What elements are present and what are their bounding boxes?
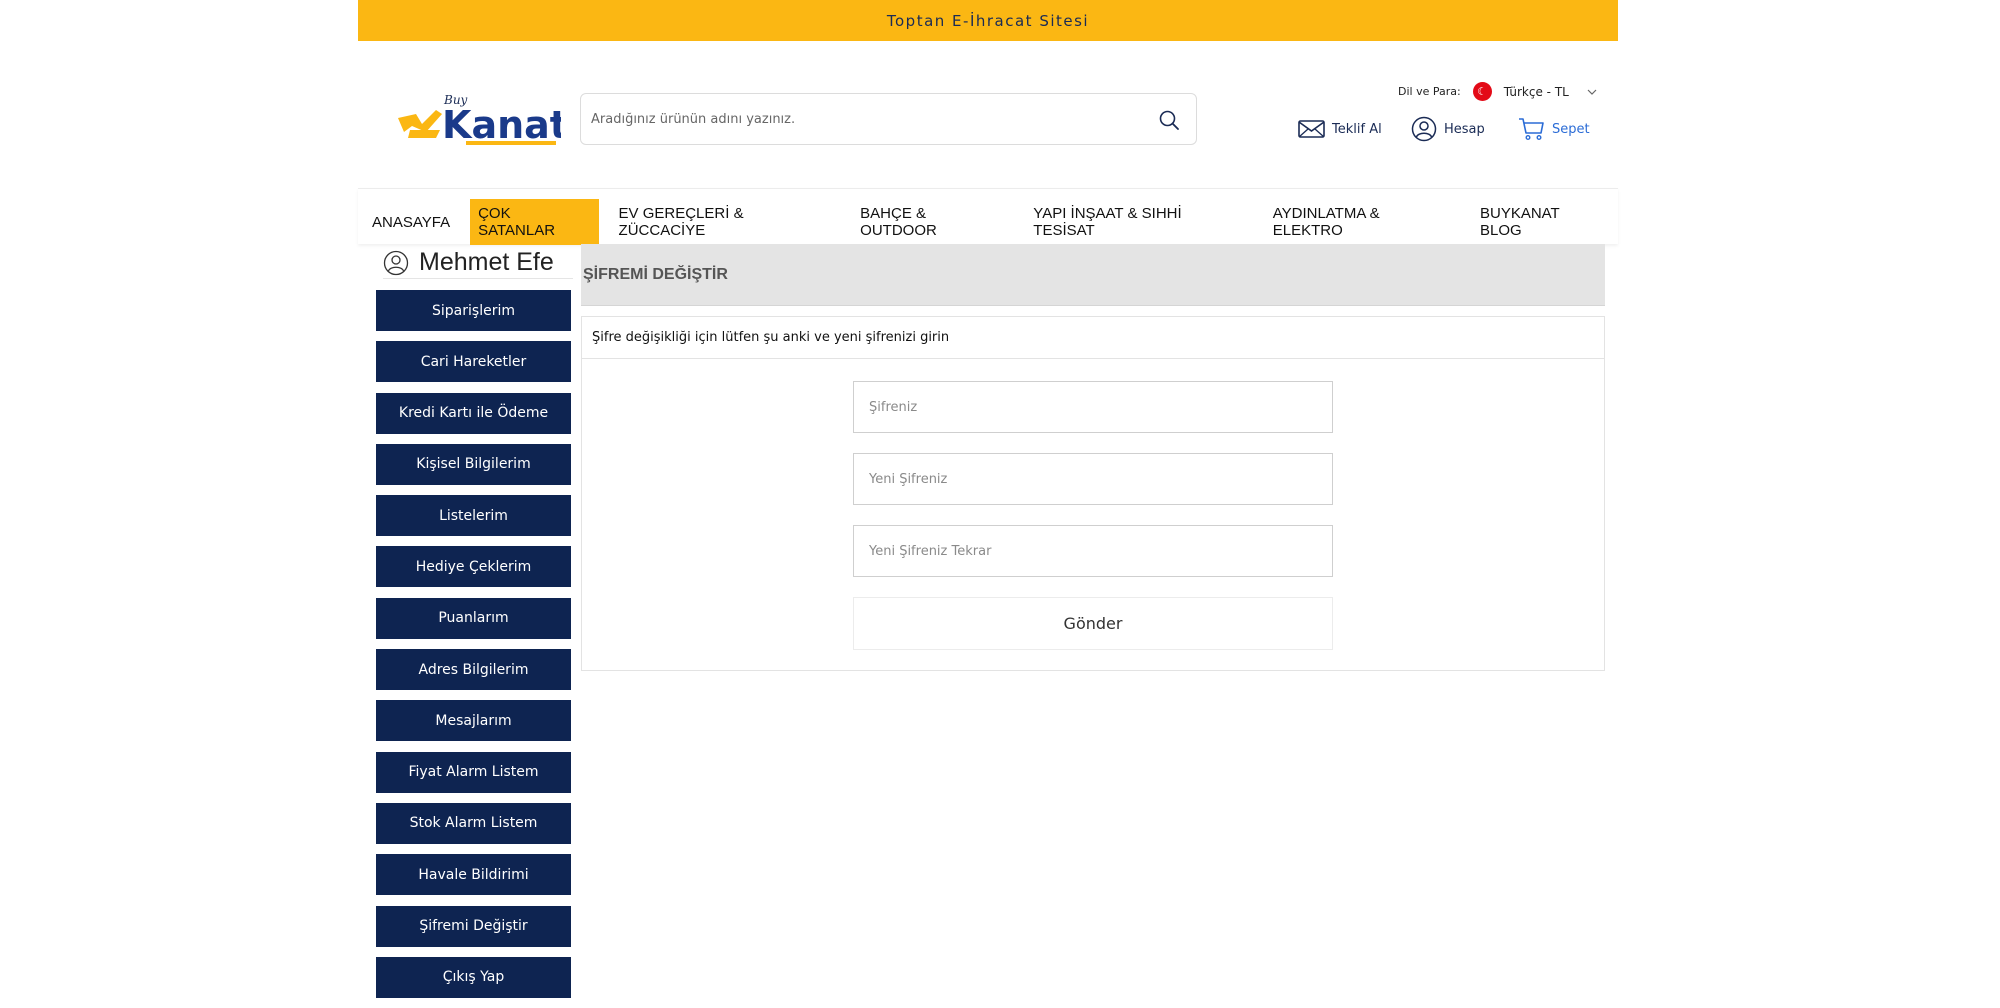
page-title: ŞİFREMİ DEĞİŞTİR [581, 244, 1605, 306]
page: Toptan E-İhracat Sitesi Buy Kanat Dil ve… [358, 0, 1618, 1000]
account-menu: Siparişlerim Cari Hareketler Kredi Kartı i… [376, 290, 571, 1008]
quote-label: Teklif Al [1332, 121, 1382, 137]
nav-item[interactable]: YAPI İNŞAAT & SIHHİ TESİSAT [1025, 199, 1252, 245]
nav-item[interactable]: EV GEREÇLERİ & ZÜCCACİYE [611, 199, 841, 245]
chevron-down-icon [1587, 89, 1597, 95]
cart-link[interactable]: Sepet [1518, 115, 1590, 143]
sidebar-menu-item[interactable]: Kişisel Bilgilerim [376, 443, 571, 485]
sidebar-menu-item[interactable]: Adres Bilgilerim [376, 649, 571, 691]
sidebar-menu-item[interactable]: Cari Hareketler [376, 341, 571, 383]
sidebar-menu-item[interactable]: Hediye Çeklerim [376, 546, 571, 588]
sidebar-menu-item[interactable]: Çıkış Yap [376, 956, 571, 998]
submit-button[interactable]: Gönder [853, 597, 1333, 650]
sidebar-menu-item[interactable]: Stok Alarm Listem [376, 802, 571, 844]
account-label: Hesap [1444, 121, 1485, 137]
search-icon[interactable] [1158, 109, 1180, 131]
account-link[interactable]: Hesap [1411, 115, 1485, 143]
nav-item[interactable]: ANASAYFA [364, 199, 458, 245]
site-logo[interactable]: Buy Kanat [396, 88, 568, 150]
change-password-panel: ŞİFREMİ DEĞİŞTİR Şifre değişikliği için … [581, 244, 1605, 671]
nav-item[interactable]: AYDINLATMA & ELEKTRO [1265, 199, 1460, 245]
quote-link[interactable]: Teklif Al [1298, 115, 1382, 143]
svg-text:Kanat: Kanat [442, 103, 561, 147]
kanat-logo-icon: Buy Kanat [398, 93, 568, 147]
cart-icon [1519, 118, 1544, 141]
sidebar-menu-item[interactable]: Puanlarım [376, 597, 571, 639]
sidebar-menu-item[interactable]: Havale Bildirimi [376, 854, 571, 896]
user-header: Mehmet Efe [383, 247, 573, 279]
search-input[interactable] [591, 106, 1131, 132]
sidebar-menu-item[interactable]: Fiyat Alarm Listem [376, 751, 571, 793]
turkey-flag-icon: ☾ [1472, 82, 1492, 101]
top-banner-text: Toptan E-İhracat Sitesi [886, 11, 1090, 30]
cart-label: Sepet [1552, 121, 1590, 137]
sidebar-menu-item[interactable]: Şifremi Değiştir [376, 905, 571, 947]
new-password-field [853, 453, 1333, 505]
language-label: Dil ve Para: [1398, 85, 1461, 98]
sidebar-menu-item[interactable]: Listelerim [376, 495, 571, 537]
user-icon [1411, 116, 1437, 142]
repeat-password-field [853, 525, 1333, 577]
sidebar-menu-item[interactable]: Siparişlerim [376, 290, 571, 331]
form-instructions: Şifre değişikliği için lütfen şu anki ve… [582, 317, 1604, 359]
envelope-icon [1298, 120, 1325, 138]
nav-item[interactable]: BUYKANAT BLOG [1472, 199, 1612, 245]
current-password-field [853, 381, 1333, 433]
main-nav: ANASAYFA ÇOK SATANLAR EV GEREÇLERİ & ZÜCCA… [358, 188, 1618, 245]
sidebar-menu-item[interactable]: Mesajlarım [376, 700, 571, 742]
nav-item[interactable]: BAHÇE & OUTDOOR [852, 199, 1013, 245]
search-box [580, 93, 1197, 145]
user-name: Mehmet Efe [419, 248, 554, 276]
password-form: Şifre değişikliği için lütfen şu anki ve… [581, 316, 1605, 671]
nav-item[interactable]: ÇOK SATANLAR [470, 199, 599, 245]
new-password-input[interactable] [854, 454, 1332, 504]
language-currency-selector[interactable]: Dil ve Para: ☾ Türkçe - TL [1398, 82, 1597, 101]
language-value: Türkçe - TL [1503, 84, 1569, 99]
top-banner: Toptan E-İhracat Sitesi [358, 0, 1618, 41]
current-password-input[interactable] [854, 382, 1332, 432]
repeat-password-input[interactable] [854, 526, 1332, 576]
sidebar-menu-item[interactable]: Kredi Kartı ile Ödeme [376, 392, 571, 434]
user-avatar-icon [383, 250, 409, 275]
